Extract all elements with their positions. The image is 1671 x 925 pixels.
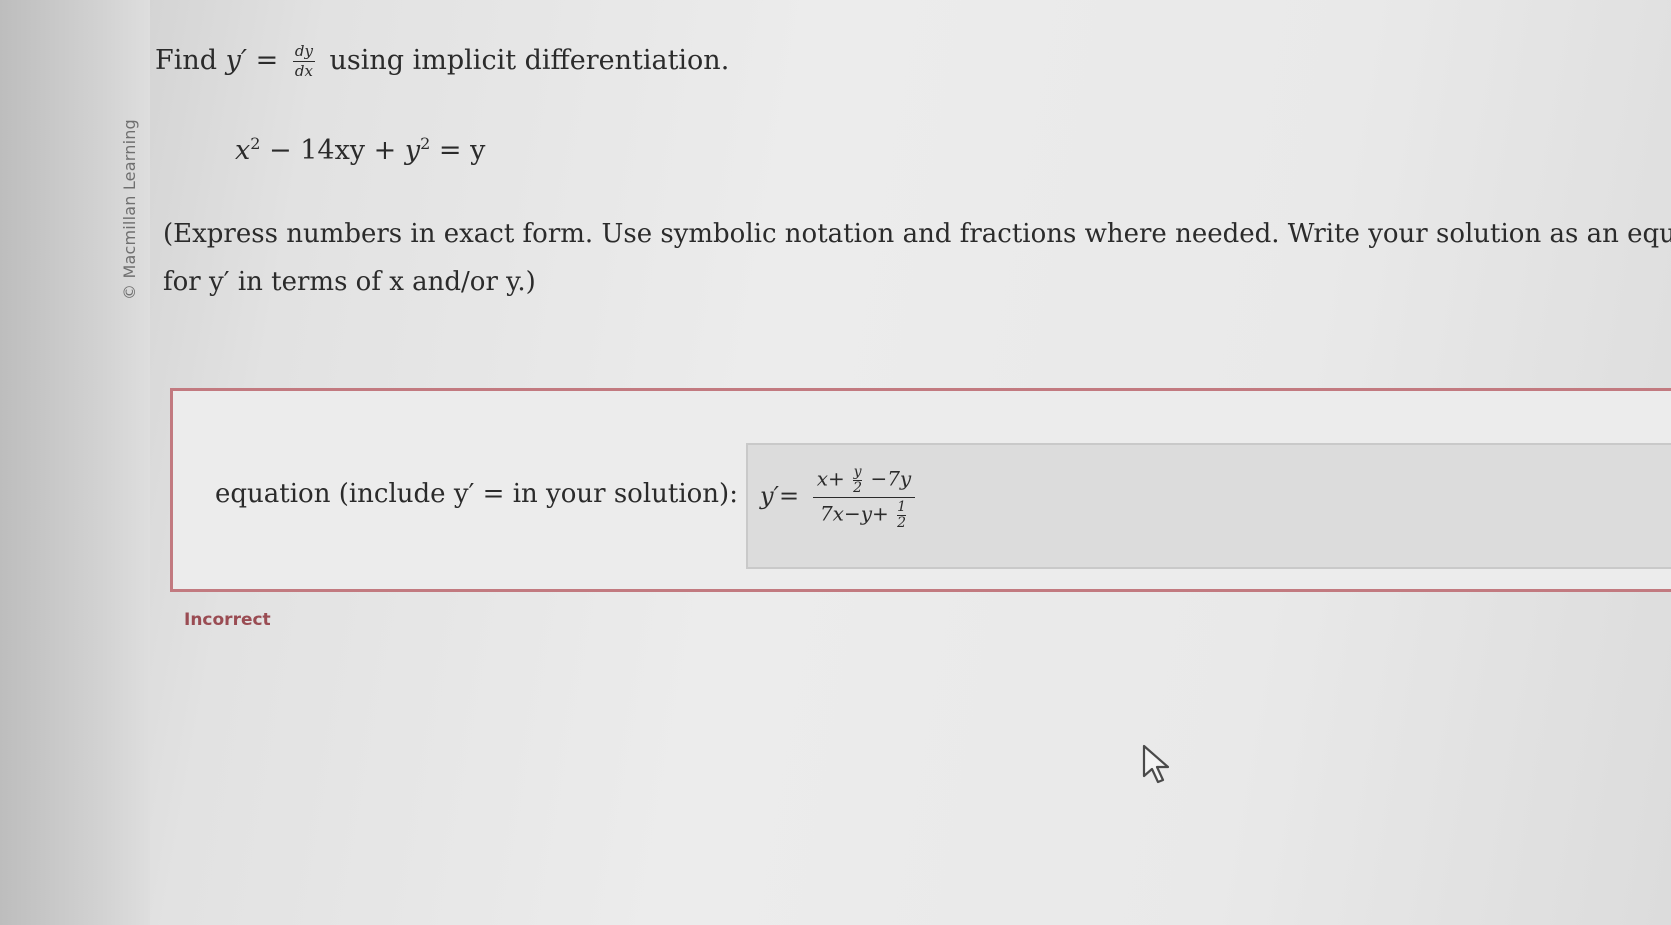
eq-rhs: = y	[430, 135, 486, 166]
answer-num-part-a: x+	[816, 466, 845, 491]
mouse-pointer-icon	[1140, 742, 1174, 790]
answer-denominator: 7x−y+ 1 2	[813, 498, 915, 532]
answer-box: equation (include y′ = in your solution)…	[170, 388, 1671, 592]
given-equation: x2 − 14xy + y2 = y	[235, 134, 485, 166]
answer-den-fraction-top: 1	[897, 499, 907, 516]
answer-num-fraction: y 2	[853, 464, 863, 496]
answer-lhs: y′=	[760, 482, 800, 510]
answer-num-part-b: −7y	[870, 466, 912, 491]
instructions: (Express numbers in exact form. Use symb…	[163, 210, 1671, 306]
eq-middle: − 14xy +	[260, 135, 405, 166]
answer-num-fraction-bottom: 2	[853, 480, 863, 496]
question-suffix: using implicit differentiation.	[329, 45, 730, 76]
answer-num-fraction-top: y	[853, 464, 863, 481]
feedback-status: Incorrect	[184, 610, 271, 630]
answer-label: equation (include y′ = in your solution)…	[215, 479, 738, 509]
eq-y-exponent: 2	[420, 134, 431, 153]
answer-expression: y′= x+ y 2 −7y 7x−y+ 1 2	[760, 463, 916, 532]
question-yprime: y′	[225, 45, 248, 76]
derivative-fraction: dy dx	[292, 42, 315, 80]
derivative-denominator: dx	[294, 62, 313, 80]
eq-x: x	[235, 135, 251, 166]
answer-numerator: x+ y 2 −7y	[812, 463, 916, 498]
derivative-numerator: dy	[292, 42, 315, 62]
question-equals: =	[255, 45, 279, 76]
question-title: Find y′ = dy dx using implicit different…	[155, 44, 729, 79]
question-prefix: Find	[155, 45, 218, 76]
answer-fraction: x+ y 2 −7y 7x−y+ 1 2	[812, 463, 916, 532]
screen-background: © Macmillan Learning Find y′ = dy dx usi…	[0, 0, 1671, 925]
instructions-line-1: (Express numbers in exact form. Use symb…	[163, 219, 1671, 249]
eq-y: y	[404, 135, 421, 166]
answer-den-fraction: 1 2	[897, 499, 907, 531]
eq-x-exponent: 2	[250, 134, 261, 153]
copyright-text: © Macmillan Learning	[120, 119, 139, 300]
answer-input[interactable]: y′= x+ y 2 −7y 7x−y+ 1 2	[746, 443, 1671, 569]
answer-den-fraction-bottom: 2	[897, 515, 907, 531]
instructions-line-2: for y′ in terms of x and/or y.)	[163, 267, 536, 297]
answer-den-part-a: 7x−y+	[819, 501, 889, 526]
